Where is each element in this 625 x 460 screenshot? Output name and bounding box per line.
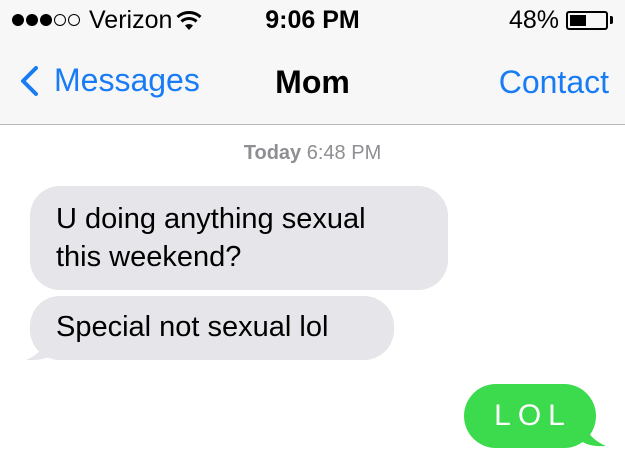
message-text-line: U doing anything sexual bbox=[56, 203, 366, 235]
timestamp-time: 6:48 PM bbox=[306, 142, 382, 164]
message-timestamp: Today 6:48 PM bbox=[0, 142, 625, 165]
incoming-message-bubble[interactable]: U doing anything sexual this weekend? bbox=[30, 186, 448, 290]
battery-level-fill bbox=[570, 15, 587, 26]
outgoing-bubble-tail bbox=[578, 416, 606, 447]
battery-percentage: 48% bbox=[509, 6, 560, 34]
message-text-line: this weekend? bbox=[56, 241, 242, 273]
status-bar: Verizon 9:06 PM 48% bbox=[0, 0, 625, 44]
battery-icon bbox=[566, 11, 608, 30]
message-text: LOL bbox=[494, 399, 572, 432]
contact-button[interactable]: Contact bbox=[499, 64, 609, 101]
incoming-bubble-tail bbox=[26, 330, 62, 361]
battery-tip bbox=[610, 16, 613, 24]
timestamp-day: Today bbox=[243, 142, 302, 164]
header: Verizon 9:06 PM 48% Messages Mom Contact bbox=[0, 0, 625, 125]
incoming-message-bubble[interactable]: Special not sexual lol bbox=[30, 296, 394, 360]
outgoing-message-bubble[interactable]: LOL bbox=[464, 384, 596, 448]
message-text: Special not sexual lol bbox=[56, 311, 329, 343]
